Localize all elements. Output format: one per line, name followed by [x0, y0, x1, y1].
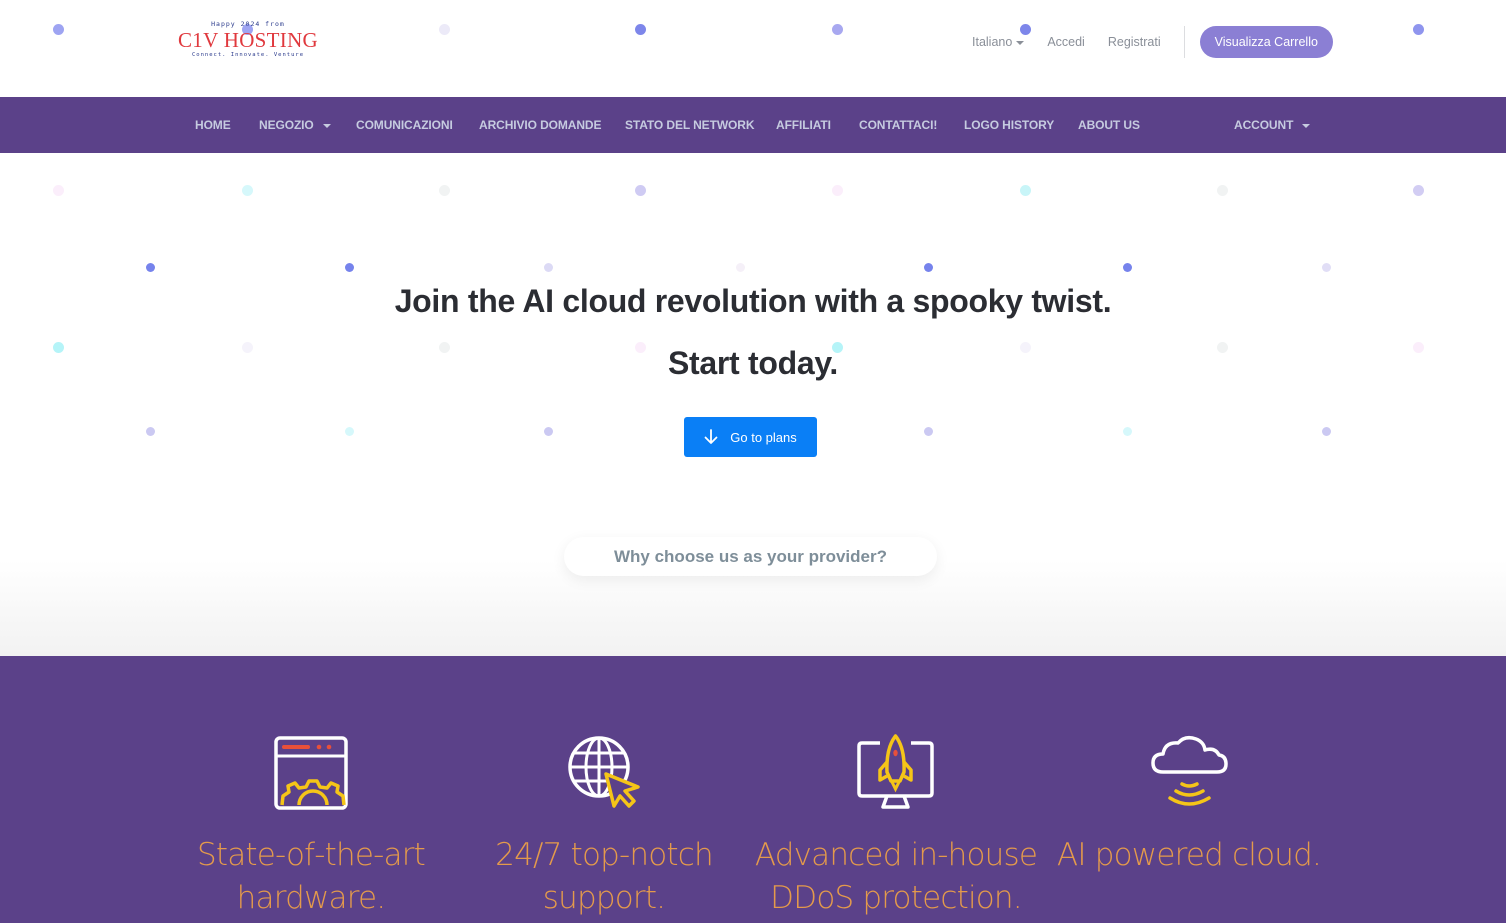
feature-label: State-of-the-art hardware.	[196, 837, 426, 916]
go-to-plans-label: Go to plans	[730, 429, 797, 445]
hero-subtitle: Start today.	[667, 345, 839, 381]
particle-dot	[923, 426, 933, 436]
nav-item-affiliati[interactable]: AFFILIATI	[776, 97, 831, 153]
features-section: State-of-the-art hardware. 24/7 top-notch…	[0, 656, 1506, 923]
nav-item-label: HOME	[195, 118, 231, 132]
particle-dot	[52, 184, 64, 196]
particle-dot	[438, 184, 450, 196]
page: Happy 2024 from C1V HOSTING Connect. Inn…	[0, 0, 1506, 923]
view-cart-button[interactable]: Visualizza Carrello	[1199, 26, 1333, 58]
chevron-down-icon	[322, 123, 331, 128]
particle-dot	[543, 426, 553, 436]
nav-item-contattaci[interactable]: CONTATTACI!	[859, 97, 937, 153]
feature-label: AI powered cloud.	[1056, 837, 1322, 873]
nav-item-label: ACCOUNT	[1234, 118, 1294, 132]
account-links: Italiano Accedi Registrati Visualizza Ca…	[972, 26, 1333, 58]
nav-item-label: CONTATTACI!	[859, 118, 938, 132]
language-selector[interactable]: Italiano	[972, 35, 1025, 49]
chevron-down-icon	[1016, 41, 1025, 45]
nav-item-label: ARCHIVIO DOMANDE	[479, 118, 602, 132]
feature-label: Advanced in-house DDoS protection.	[754, 837, 1038, 916]
particle-dot	[634, 184, 646, 196]
language-label: Italiano	[972, 35, 1013, 49]
logo-tagline-bottom: Connect. Innovate. Venture	[191, 52, 305, 58]
why-choose-us-heading: Why choose us as your provider?	[564, 537, 937, 576]
site-logo[interactable]: Happy 2024 from C1V HOSTING Connect. Inn…	[178, 20, 318, 64]
nav-item-label: AFFILIATI	[776, 118, 831, 132]
particle-dot	[145, 262, 155, 272]
nav-item-label: NEGOZIO	[259, 118, 314, 132]
go-to-plans-button[interactable]: Go to plans	[684, 417, 817, 457]
logo-brand: C1V HOSTING	[178, 28, 319, 52]
feature-label: 24/7 top-notch support.	[495, 837, 714, 916]
nav-item-negozio[interactable]: NEGOZIO	[259, 97, 331, 153]
globe-cursor-icon	[568, 736, 640, 808]
particle-dot	[344, 426, 354, 436]
hero-title: Join the AI cloud revolution with a spoo…	[394, 283, 1112, 319]
main-nav: HOME NEGOZIO COMUNICAZIONI ARCHIVIO DOMA…	[0, 97, 1506, 153]
nav-item-comunicazioni[interactable]: COMUNICAZIONI	[356, 97, 453, 153]
chevron-down-icon	[1302, 123, 1311, 128]
nav-item-stato-network[interactable]: STATO DEL NETWORK	[625, 97, 755, 153]
cloud-signal-icon	[1151, 735, 1228, 806]
nav-item-label: ABOUT US	[1078, 118, 1140, 132]
nav-item-label: COMUNICAZIONI	[356, 118, 453, 132]
particle-dot	[543, 262, 553, 272]
nav-item-label: STATO DEL NETWORK	[625, 118, 755, 132]
particle-dot	[1321, 262, 1331, 272]
particle-dot	[1412, 184, 1424, 196]
register-link[interactable]: Registrati	[1108, 35, 1161, 49]
particle-dot	[1122, 426, 1132, 436]
browser-gear-icon	[274, 736, 348, 810]
nav-item-logo-history[interactable]: LOGO HISTORY	[964, 97, 1054, 153]
particle-dot	[1019, 184, 1031, 196]
nav-item-home[interactable]: HOME	[195, 97, 231, 153]
nav-item-account[interactable]: ACCOUNT	[1234, 97, 1311, 153]
particle-dot	[344, 262, 354, 272]
particle-dot	[1216, 184, 1228, 196]
divider	[1183, 26, 1185, 58]
nav-item-label: LOGO HISTORY	[964, 118, 1055, 132]
login-link[interactable]: Accedi	[1047, 35, 1085, 49]
particle-dot	[923, 262, 933, 272]
particle-dot	[735, 262, 745, 272]
particle-dot	[145, 426, 155, 436]
monitor-rocket-icon	[857, 734, 934, 809]
particle-dot	[241, 184, 253, 196]
particle-dot	[1321, 426, 1331, 436]
arrow-down-icon	[704, 429, 718, 444]
nav-item-archivio-domande[interactable]: ARCHIVIO DOMANDE	[479, 97, 602, 153]
top-header: Happy 2024 from C1V HOSTING Connect. Inn…	[0, 0, 1506, 97]
nav-item-about-us[interactable]: ABOUT US	[1078, 97, 1140, 153]
particle-dot	[1122, 262, 1132, 272]
particle-dot	[831, 184, 843, 196]
